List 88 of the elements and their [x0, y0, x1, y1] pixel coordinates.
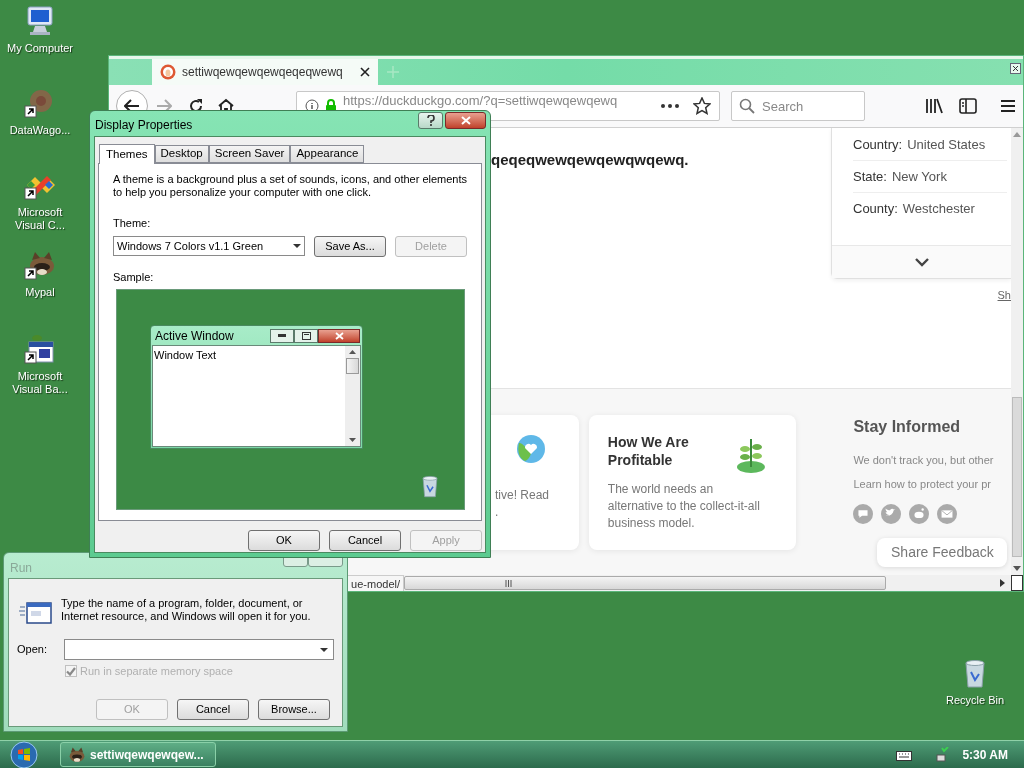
- right-arrow-icon[interactable]: [1000, 579, 1005, 587]
- desktop-icon-label[interactable]: DataWago...: [9, 124, 71, 137]
- up-arrow-icon: [349, 350, 356, 354]
- field-label: State:: [853, 167, 887, 186]
- window-title: Run: [10, 560, 32, 577]
- desktop-icon-label[interactable]: My Computer: [7, 42, 73, 55]
- close-icon[interactable]: [360, 67, 370, 77]
- calendar-icon[interactable]: [23, 332, 57, 366]
- down-arrow-icon[interactable]: [1013, 566, 1021, 571]
- theme-dropdown[interactable]: Windows 7 Colors v1.1 Green: [113, 236, 305, 256]
- desktop-icon-label[interactable]: Mypal: [25, 286, 55, 299]
- feedback-button[interactable]: Share Feedback: [877, 538, 1008, 567]
- save-as-button[interactable]: Save As...: [314, 235, 386, 257]
- window-text: Window Text: [153, 348, 218, 363]
- close-icon[interactable]: [1010, 63, 1021, 74]
- help-button[interactable]: [418, 112, 443, 129]
- back-arrow-icon: [124, 99, 140, 113]
- keyboard-icon[interactable]: [896, 748, 913, 761]
- dropdown-icon: [320, 647, 328, 652]
- chevron-down-icon: [914, 257, 929, 267]
- link[interactable]: Sh: [997, 287, 1011, 304]
- tab[interactable]: Appearance: [290, 145, 365, 163]
- down-arrow-icon: [349, 438, 356, 442]
- taskbar-button[interactable]: settiwqewqewqew...: [60, 742, 216, 767]
- card-text: The world needs an alternative to the collect-it-all business model.: [607, 481, 761, 532]
- minimize-button[interactable]: [270, 328, 294, 343]
- field-label: County:: [853, 200, 898, 219]
- page-heading: qeqeqwewqewqewqwqewq.: [491, 151, 689, 168]
- section-text: We don't track you, but other: [853, 453, 995, 468]
- more-icon[interactable]: [661, 104, 679, 108]
- dropdown-icon: [293, 244, 301, 248]
- tab[interactable]: Screen Saver: [208, 145, 291, 163]
- run-icon: [19, 601, 53, 625]
- dialog-text: Type the name of a program, folder, document, or Internet resource, and Windows will open it for you.: [61, 597, 312, 623]
- scroll-thumb: [346, 358, 359, 374]
- close-button[interactable]: [318, 328, 360, 343]
- field-label: Theme:: [113, 216, 152, 231]
- card-title: How We Are Profitable: [607, 433, 690, 469]
- star-icon[interactable]: [693, 97, 711, 115]
- grip-icon: [505, 579, 512, 587]
- field-label: Country:: [853, 135, 903, 154]
- desktop-icon-label[interactable]: Microsoft Visual C...: [4, 206, 76, 232]
- desktop-icon-label[interactable]: Microsoft Visual Ba...: [4, 370, 76, 396]
- ok-button[interactable]: OK: [248, 530, 320, 551]
- field-value: New York: [891, 167, 947, 186]
- section-title: Stay Informed: [853, 417, 962, 437]
- open-combobox[interactable]: [64, 639, 334, 660]
- duck-icon: [160, 64, 176, 80]
- browser-tab[interactable]: settiwqewqewqewqeqeqwewq: [152, 59, 378, 85]
- cancel-button[interactable]: Cancel: [177, 698, 249, 720]
- menu-icon[interactable]: [1000, 99, 1016, 113]
- checkbox-label: Run in separate memory space: [80, 664, 233, 679]
- close-icon: [460, 116, 471, 125]
- close-icon: [334, 331, 344, 340]
- field-value: United States: [907, 135, 986, 154]
- sidebar-icon[interactable]: [959, 98, 977, 114]
- dialog-text: A theme is a background plus a set of sounds, icons, and other elements to help you personalize your computer with one click.: [113, 173, 469, 199]
- cancel-button[interactable]: Cancel: [329, 530, 401, 551]
- search-icon: [739, 98, 755, 114]
- browse-button[interactable]: Browse...: [258, 698, 330, 720]
- tab[interactable]: Themes: [99, 144, 155, 164]
- vertical-scrollbar[interactable]: [1011, 128, 1023, 575]
- raccoon-icon: [69, 746, 85, 763]
- check-icon: [66, 666, 76, 676]
- field-value: Westchester: [902, 200, 975, 219]
- window-title: Display Properties: [95, 117, 193, 134]
- scroll-thumb[interactable]: [404, 576, 886, 590]
- section-text: Learn how to protect your pr: [853, 477, 992, 492]
- library-icon[interactable]: [925, 98, 943, 114]
- desktop-icon-label[interactable]: Recycle Bin: [945, 694, 1005, 707]
- clock[interactable]: 5:30 AM: [962, 745, 1008, 764]
- tab[interactable]: Desktop: [154, 145, 209, 163]
- start-button[interactable]: [10, 740, 38, 768]
- preview-window-title: Active Window: [155, 327, 234, 345]
- info-card[interactable]: How We Are Profitable The world needs an alternative to the collect-it-all business model.: [588, 415, 797, 550]
- forward-arrow-icon[interactable]: [156, 99, 172, 113]
- field-label: Sample:: [113, 269, 155, 285]
- info-icon[interactable]: [305, 99, 319, 113]
- search-field[interactable]: Search: [731, 91, 865, 121]
- question-icon: [426, 115, 435, 126]
- card-text: tive! Read .: [495, 487, 551, 521]
- scroll-thumb[interactable]: [1012, 397, 1022, 557]
- field-label: Open:: [17, 642, 48, 658]
- close-button[interactable]: [445, 112, 486, 129]
- minimize-icon: [278, 334, 286, 337]
- maximize-button[interactable]: [294, 328, 318, 343]
- maximize-icon: [301, 331, 311, 340]
- network-icon[interactable]: [934, 746, 951, 763]
